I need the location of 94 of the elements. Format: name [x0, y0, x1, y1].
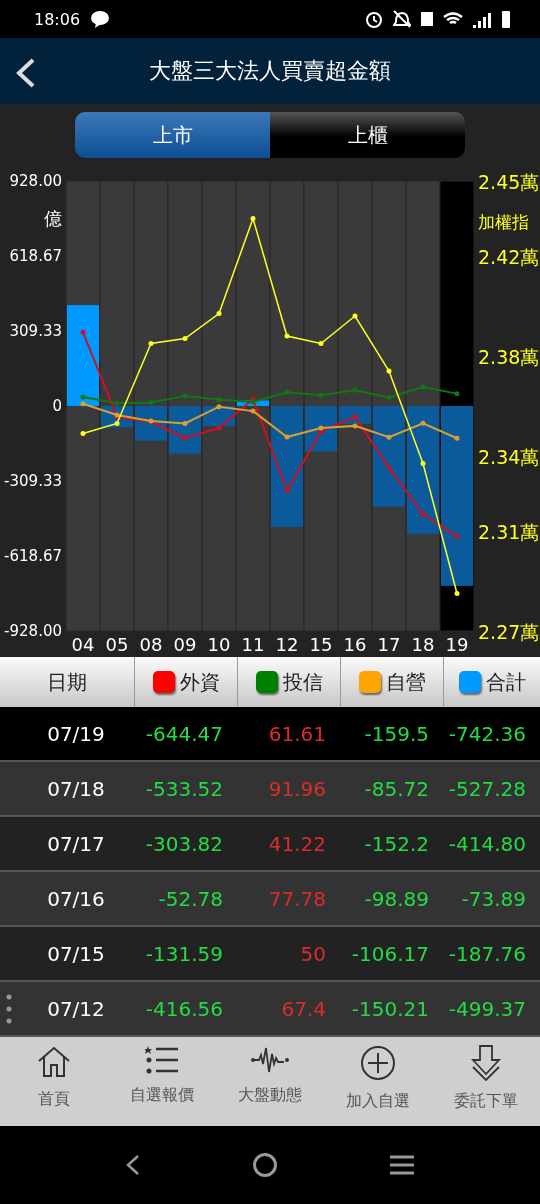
mute-icon — [393, 10, 411, 28]
date-label: 08 — [139, 634, 163, 655]
date-label: 19 — [445, 634, 469, 655]
date-label: 18 — [411, 634, 435, 655]
column-header: 合計 — [485, 668, 526, 696]
date-label: 16 — [343, 634, 367, 655]
bar — [169, 406, 201, 454]
table-cell-text: -150.21 — [350, 996, 430, 1021]
date-label: 11 — [241, 634, 265, 655]
table-cell-text: -499.37 — [447, 996, 527, 1021]
date-label: 04 — [71, 634, 95, 655]
bar — [135, 406, 167, 441]
axis-label: 928.00 — [9, 173, 62, 190]
table-cell-text: -52.78 — [157, 886, 224, 911]
table-row[interactable]: 07/16 -52.78 77.78 -98.89 -73.89 — [0, 872, 540, 927]
index-axis-label: 2.45萬 — [478, 173, 540, 193]
table-cell-text: 07/18 — [46, 776, 106, 801]
column-header: 投信 — [282, 668, 323, 696]
drag-handle-icon[interactable] — [4, 992, 14, 1026]
nav-item[interactable]: 自選報價 — [108, 1037, 216, 1126]
table-cell-text: -644.47 — [144, 721, 224, 746]
table-cell-text: 07/15 — [46, 941, 106, 966]
down-arrow-icon — [470, 1045, 502, 1081]
column-header: 外資 — [179, 668, 220, 696]
axis-label: 309.33 — [9, 322, 62, 340]
date-label: 15 — [309, 634, 333, 655]
signal-icon — [473, 10, 492, 28]
table-row[interactable]: 07/19 -644.47 61.61 -159.5 -742.36 — [0, 707, 540, 762]
table-cell-text: -131.59 — [144, 941, 224, 966]
table-cell-text: -742.36 — [447, 721, 527, 746]
bar — [305, 406, 337, 452]
home-icon — [36, 1045, 72, 1079]
table-cell-text: -187.76 — [447, 941, 527, 966]
nav-item[interactable]: 首頁 — [0, 1037, 108, 1126]
date-label: 05 — [105, 634, 129, 655]
index-axis-label: 2.34萬 — [478, 446, 540, 468]
date-label: 12 — [275, 634, 299, 655]
date-label: 17 — [377, 634, 401, 655]
table-cell-text: -159.5 — [363, 721, 430, 746]
table-cell-text: 07/17 — [46, 831, 106, 856]
table-cell-text: -85.72 — [363, 776, 430, 801]
table-cell-text: -414.80 — [447, 831, 527, 856]
plus-circle-icon — [360, 1045, 396, 1081]
table-cell-text: -98.89 — [363, 886, 430, 911]
table-cell-text: 67.4 — [280, 996, 327, 1021]
column-header: 自營 — [385, 668, 426, 696]
index-axis-label: 2.42萬 — [478, 246, 540, 268]
back-icon[interactable] — [14, 57, 36, 89]
menu-icon[interactable] — [388, 1155, 415, 1175]
table-cell-text: -106.17 — [350, 941, 430, 966]
table-cell-text: -303.82 — [144, 831, 224, 856]
date-label: 10 — [207, 634, 231, 655]
nav-item[interactable]: 委託下單 — [432, 1037, 540, 1126]
index-label: 加權指 — [478, 212, 529, 232]
axis-label: 618.67 — [9, 247, 62, 265]
table-cell-text: -527.28 — [447, 776, 527, 801]
wifi-icon — [443, 11, 463, 27]
index-axis-label: 2.38萬 — [478, 346, 540, 368]
axis-label: -928.00 — [4, 622, 62, 640]
table-cell-text: -73.89 — [460, 886, 527, 911]
table-cell-text: 50 — [299, 941, 327, 966]
market-tab[interactable]: 上市 — [75, 112, 270, 158]
home-nav-icon[interactable] — [252, 1152, 278, 1178]
market-tab[interactable]: 上櫃 — [270, 112, 465, 158]
table-row[interactable]: 07/12 -416.56 67.4 -150.21 -499.37 — [0, 982, 540, 1037]
table-cell-text: 91.96 — [267, 776, 327, 801]
waveform-icon — [250, 1045, 290, 1075]
table-cell-text: 41.22 — [267, 831, 327, 856]
alarm-icon — [365, 10, 383, 28]
nav-item[interactable]: 加入自選 — [324, 1037, 432, 1126]
chat-icon — [90, 10, 111, 28]
column-header: 日期 — [47, 668, 87, 696]
axis-label: -618.67 — [4, 547, 62, 565]
table-cell-text: -416.56 — [144, 996, 224, 1021]
table-cell-text: 61.61 — [267, 721, 327, 746]
table-cell-text: -533.52 — [144, 776, 224, 801]
axis-label: 0 — [52, 397, 62, 415]
status-time: 18:06 — [34, 9, 81, 29]
index-axis-label: 2.27萬 — [478, 621, 540, 643]
table-cell-text: -152.2 — [363, 831, 430, 856]
battery-icon — [502, 10, 510, 28]
page-title: 大盤三大法人買賣超金額 — [149, 57, 391, 85]
list-icon — [145, 1045, 179, 1075]
date-label: 09 — [173, 634, 197, 655]
bar — [339, 406, 371, 424]
index-axis-label: 2.31萬 — [478, 521, 540, 543]
table-cell-text: 07/19 — [46, 721, 106, 746]
table-row[interactable]: 07/18 -533.52 91.96 -85.72 -527.28 — [0, 762, 540, 817]
table-cell-text: 07/16 — [46, 886, 106, 911]
nav-item[interactable]: 大盤動態 — [216, 1037, 324, 1126]
table-cell-text: 07/12 — [46, 996, 106, 1021]
table-cell-text: 77.78 — [267, 886, 327, 911]
axis-label: -309.33 — [4, 472, 62, 490]
axis-unit: 億 — [44, 208, 62, 229]
